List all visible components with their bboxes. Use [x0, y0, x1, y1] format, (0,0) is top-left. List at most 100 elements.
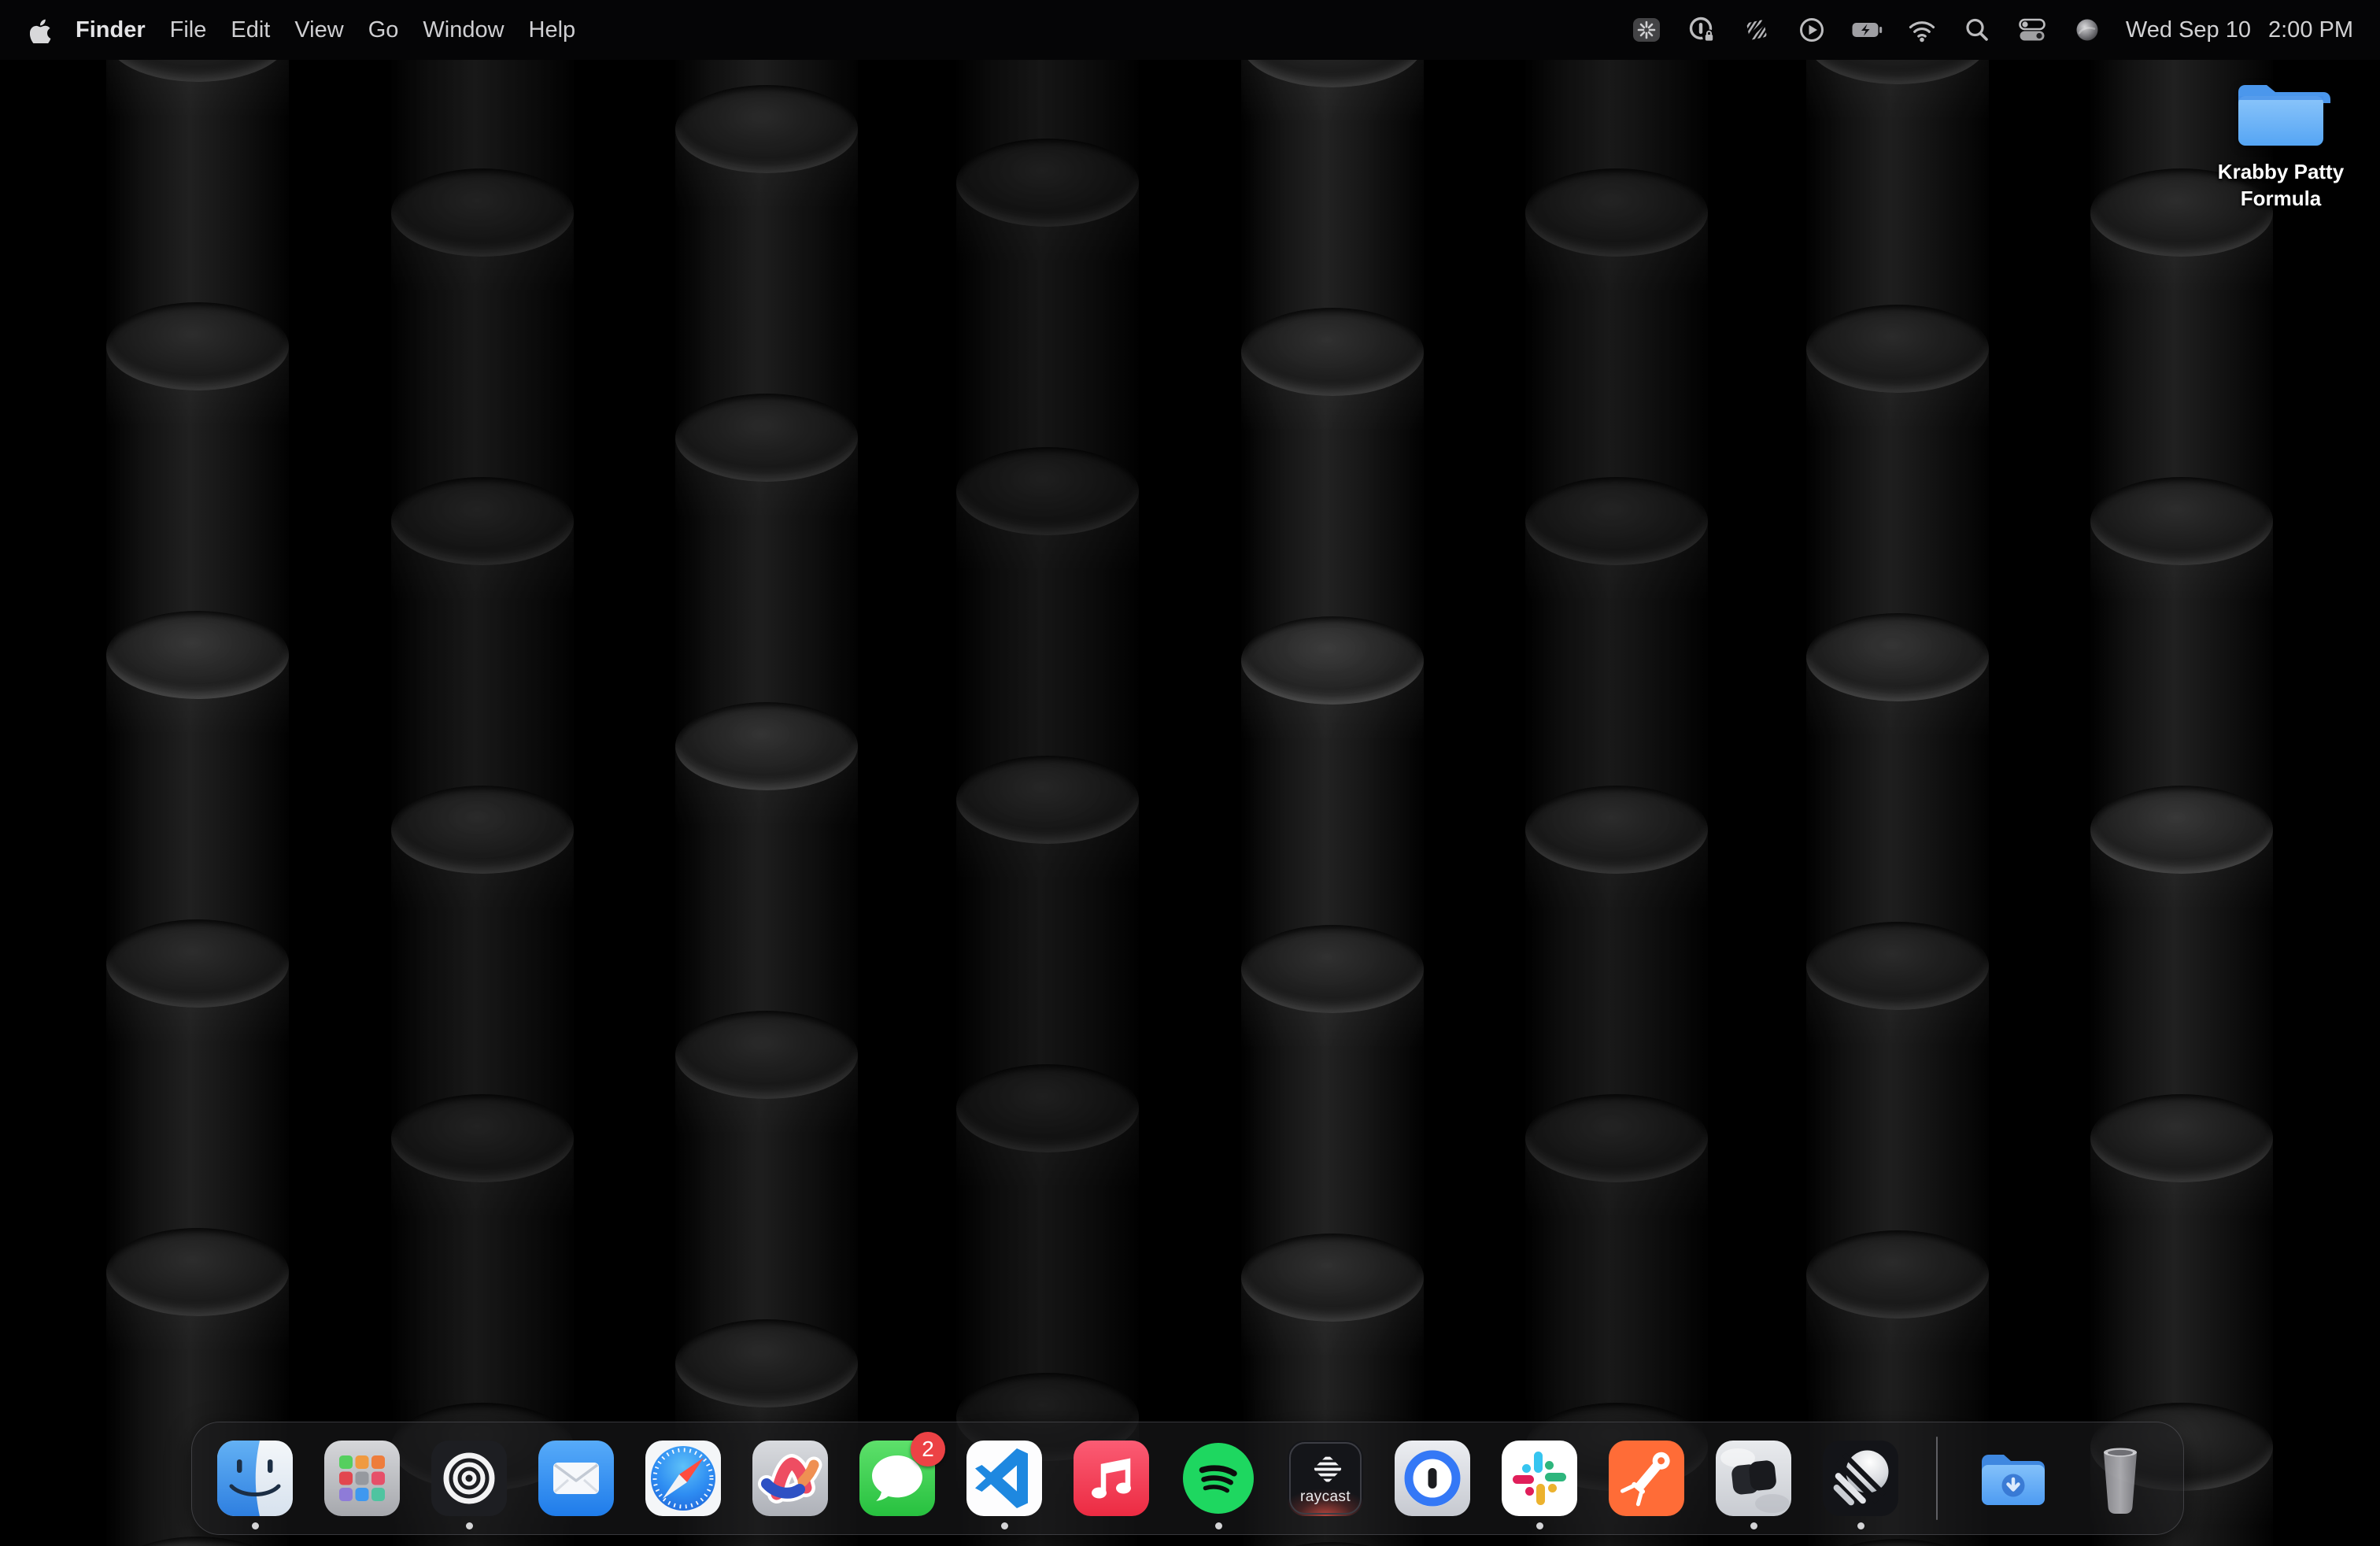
- cylinder-segment: [106, 963, 289, 1274]
- cylinder-segment: [391, 521, 574, 831]
- menu-item-help[interactable]: Help: [529, 17, 576, 43]
- control-center-icon[interactable]: [2016, 13, 2049, 46]
- status-icons: [1630, 13, 2104, 46]
- striped-slash-menu-icon[interactable]: [1740, 13, 1773, 46]
- wifi-icon[interactable]: [1905, 13, 1938, 46]
- music-icon: [1072, 1439, 1151, 1518]
- cylinder-segment: [1806, 657, 1989, 967]
- cylinder-segment: [1241, 660, 1424, 971]
- cylinder-top: [1525, 786, 1708, 874]
- cylinder-segment: [391, 213, 574, 523]
- cylinder-segment: [1525, 1138, 1708, 1448]
- menu-clock[interactable]: Wed Sep 10 2:00 PM: [2126, 17, 2353, 43]
- raycast-wordmark: raycast: [1286, 1489, 1365, 1506]
- menu-item-view[interactable]: View: [294, 17, 343, 43]
- cylinder-segment: [1525, 213, 1708, 523]
- cylinder-segment: [1806, 349, 1989, 659]
- menu-item-file[interactable]: File: [170, 17, 207, 43]
- cylinder-top: [391, 1094, 574, 1182]
- wallpaper-cylinder-column: [1525, 55, 1708, 1546]
- battery-charging-icon[interactable]: [1850, 13, 1883, 46]
- dock-item-rings[interactable]: [430, 1439, 508, 1518]
- safari-icon: [644, 1439, 722, 1518]
- cylinder-top: [675, 702, 858, 790]
- wallpaper-cylinder-column: [1241, 55, 1424, 1546]
- running-indicator: [1215, 1522, 1222, 1529]
- cylinder-segment: [675, 746, 858, 1056]
- running-indicator: [1750, 1522, 1757, 1529]
- dock-item-launchpad[interactable]: [323, 1439, 401, 1518]
- 1password-lock-menu-icon[interactable]: [1685, 13, 1718, 46]
- dock-item-finder[interactable]: [216, 1439, 294, 1518]
- cylinder-top: [1806, 305, 1989, 393]
- dock-item-linear[interactable]: [1821, 1439, 1900, 1518]
- raycast-icon: [1286, 1439, 1365, 1518]
- folder-label: Krabby Patty Formula: [2194, 159, 2367, 213]
- running-indicator: [1001, 1522, 1008, 1529]
- siri-icon[interactable]: [2071, 13, 2104, 46]
- dock-separator: [1936, 1437, 1938, 1520]
- launchpad-icon: [323, 1439, 401, 1518]
- desktop-wallpaper[interactable]: [0, 0, 2380, 1546]
- cylinder-segment: [2090, 830, 2273, 1140]
- starburst-menu-icon[interactable]: [1630, 13, 1663, 46]
- running-indicator: [1536, 1522, 1543, 1529]
- menu-bar: Finder File Edit View Go Window Help Wed Sep …: [0, 0, 2380, 60]
- wallpaper-cylinder-column: [106, 55, 289, 1546]
- cylinder-segment: [1241, 352, 1424, 662]
- rings-icon: [430, 1439, 508, 1518]
- menu-app-name[interactable]: Finder: [76, 17, 146, 43]
- menu-item-go[interactable]: Go: [368, 17, 399, 43]
- cylinder-top: [106, 611, 289, 699]
- dock-item-slack[interactable]: [1500, 1439, 1579, 1518]
- dock-item-trash[interactable]: [2081, 1439, 2160, 1518]
- cylinder-top: [391, 477, 574, 565]
- dock-item-messages[interactable]: 2: [858, 1439, 937, 1518]
- linear-icon: [1821, 1439, 1900, 1518]
- dock-item-dia[interactable]: [1714, 1439, 1793, 1518]
- cylinder-segment: [1241, 969, 1424, 1279]
- menu-item-window[interactable]: Window: [423, 17, 504, 43]
- cylinder-top: [956, 756, 1139, 844]
- cylinder-top: [956, 447, 1139, 535]
- cylinder-top: [675, 85, 858, 173]
- dock-item-mail[interactable]: [537, 1439, 615, 1518]
- apple-menu-icon[interactable]: [30, 17, 51, 43]
- menu-bar-left: Finder File Edit View Go Window Help: [30, 17, 575, 43]
- cylinder-segment: [391, 830, 574, 1140]
- menu-bar-menus: File Edit View Go Window Help: [170, 17, 576, 43]
- dock-item-spotify[interactable]: [1179, 1439, 1258, 1518]
- cylinder-top: [106, 919, 289, 1008]
- cylinder-segment: [2090, 1138, 2273, 1448]
- playback-menu-icon[interactable]: [1795, 13, 1828, 46]
- dock-item-raycast[interactable]: raycast: [1286, 1439, 1365, 1518]
- wallpaper-cylinder-column: [675, 55, 858, 1546]
- dock-item-onepassword[interactable]: [1393, 1439, 1472, 1518]
- cylinder-segment: [1806, 966, 1989, 1276]
- wallpaper-cylinder-column: [956, 55, 1139, 1546]
- menu-item-edit[interactable]: Edit: [231, 17, 270, 43]
- clock-time: 2:00 PM: [2268, 17, 2353, 43]
- macos-desktop: Finder File Edit View Go Window Help Wed Sep …: [0, 0, 2380, 1546]
- cylinder-segment: [106, 655, 289, 965]
- dock-item-postman[interactable]: [1607, 1439, 1686, 1518]
- dock-item-vscode[interactable]: [965, 1439, 1044, 1518]
- cylinder-segment: [391, 1138, 574, 1448]
- dock-item-arc[interactable]: [751, 1439, 830, 1518]
- trash-icon: [2081, 1439, 2160, 1518]
- spotlight-search-icon[interactable]: [1961, 13, 1994, 46]
- cylinder-top: [1241, 308, 1424, 396]
- cylinder-top: [1525, 168, 1708, 257]
- dock-item-downloads[interactable]: [1974, 1439, 2053, 1518]
- cylinder-top: [2090, 1094, 2273, 1182]
- cylinder-segment: [956, 1108, 1139, 1418]
- cylinder-top: [2090, 786, 2273, 874]
- dock: 2 raycast: [191, 1422, 2184, 1535]
- clock-date: Wed Sep 10: [2126, 17, 2251, 43]
- cylinder-segment: [956, 800, 1139, 1110]
- dock-item-safari[interactable]: [644, 1439, 722, 1518]
- desktop-folder-krabby-patty-formula[interactable]: Krabby Patty Formula: [2194, 74, 2367, 213]
- cylinder-top: [106, 1228, 289, 1316]
- cylinder-top: [956, 1064, 1139, 1152]
- dock-item-music[interactable]: [1072, 1439, 1151, 1518]
